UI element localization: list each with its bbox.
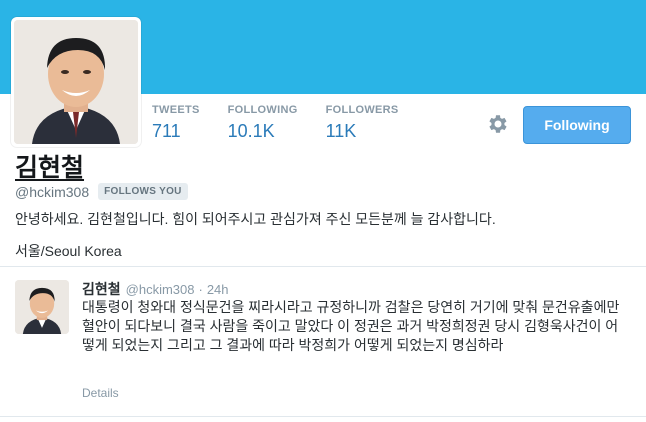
following-button[interactable]: Following (523, 106, 631, 144)
profile-avatar-image (14, 20, 138, 144)
profile-location: 서울/Seoul Korea (15, 243, 122, 259)
tweet-text: 대통령이 청와대 정식문건을 찌라시라고 규정하니까 검찰은 당연히 거기에 맞… (82, 299, 620, 353)
tweet-header: 김현철 @hckim308 · 24h (82, 279, 229, 299)
stat-following[interactable]: FOLLOWING 10.1K (228, 104, 298, 142)
stat-followers-label: FOLLOWERS (325, 104, 399, 116)
tweet-separator: · (198, 282, 203, 297)
profile-handle-row: @hckim308 FOLLOWS YOU (15, 183, 188, 200)
gear-icon[interactable] (486, 112, 510, 136)
profile-name[interactable]: 김현철 (15, 148, 84, 184)
stat-following-label: FOLLOWING (227, 104, 298, 116)
follows-you-badge: FOLLOWS YOU (98, 183, 188, 200)
profile-bio: 안녕하세요. 김현철입니다. 힘이 되어주시고 관심가져 주신 모든분께 늘 감… (15, 211, 496, 227)
tweet-author-name[interactable]: 김현철 (82, 279, 121, 299)
stat-followers-value: 11K (325, 121, 357, 141)
profile-avatar[interactable] (11, 17, 141, 147)
stat-tweets-value: 711 (152, 121, 181, 141)
tweet-timestamp[interactable]: 24h (207, 282, 229, 297)
tweet-author-handle[interactable]: @hckim308 (126, 282, 195, 297)
stat-followers[interactable]: FOLLOWERS 11K (326, 104, 399, 142)
stat-tweets-label: TWEETS (152, 104, 200, 116)
section-divider (0, 266, 646, 267)
stat-following-value: 10.1K (227, 121, 275, 141)
profile-stats: TWEETS 711 FOLLOWING 10.1K FOLLOWERS 11K (152, 104, 427, 142)
stat-tweets[interactable]: TWEETS 711 (152, 104, 200, 142)
tweet-details-link[interactable]: Details (82, 386, 119, 400)
tweet-avatar[interactable] (15, 280, 69, 334)
profile-handle[interactable]: @hckim308 (15, 184, 89, 200)
tweet-divider (0, 416, 646, 417)
